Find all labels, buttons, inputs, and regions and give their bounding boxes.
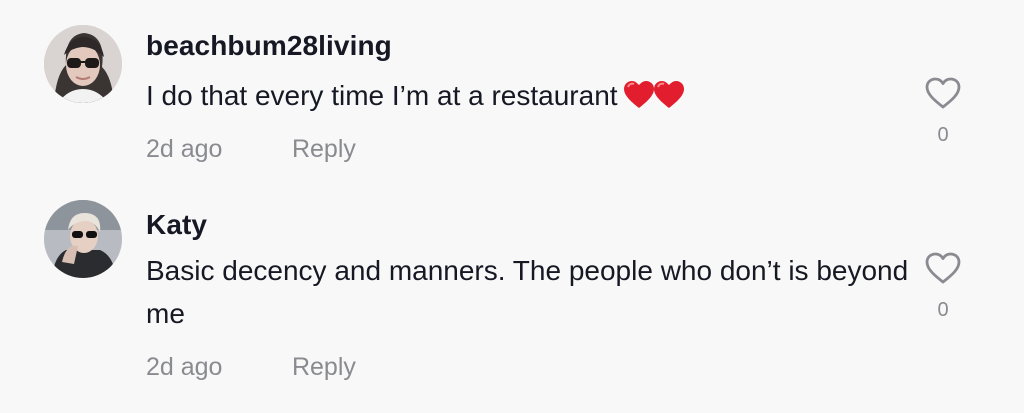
like-count: 0 xyxy=(937,124,949,146)
comment-meta: 2d ago Reply xyxy=(146,353,356,382)
red-heart-icon xyxy=(623,78,684,121)
reply-button[interactable]: Reply xyxy=(292,135,356,164)
comment-text: I do that every time I’m at a restaurant xyxy=(146,74,916,121)
like-count: 0 xyxy=(937,299,949,321)
comment-item: Katy Basic decency and manners. The peop… xyxy=(0,196,1024,413)
comment-age: 2d ago xyxy=(146,135,223,163)
comment-username[interactable]: beachbum28living xyxy=(146,30,392,62)
comment-username[interactable]: Katy xyxy=(146,209,207,241)
comment-text-body: I do that every time I’m at a restaurant xyxy=(146,80,618,111)
avatar[interactable] xyxy=(44,200,122,278)
comment-item: beachbum28living I do that every time I’… xyxy=(0,0,1024,196)
heart-outline-icon[interactable] xyxy=(924,76,962,110)
like-control: 0 xyxy=(922,251,964,322)
comment-age: 2d ago xyxy=(146,353,223,381)
reply-button[interactable]: Reply xyxy=(292,353,356,382)
like-control: 0 xyxy=(922,76,964,147)
comment-meta: 2d ago Reply xyxy=(146,135,356,164)
heart-outline-icon[interactable] xyxy=(924,251,962,285)
avatar[interactable] xyxy=(44,25,122,103)
comment-text: Basic decency and manners. The people wh… xyxy=(146,255,909,329)
